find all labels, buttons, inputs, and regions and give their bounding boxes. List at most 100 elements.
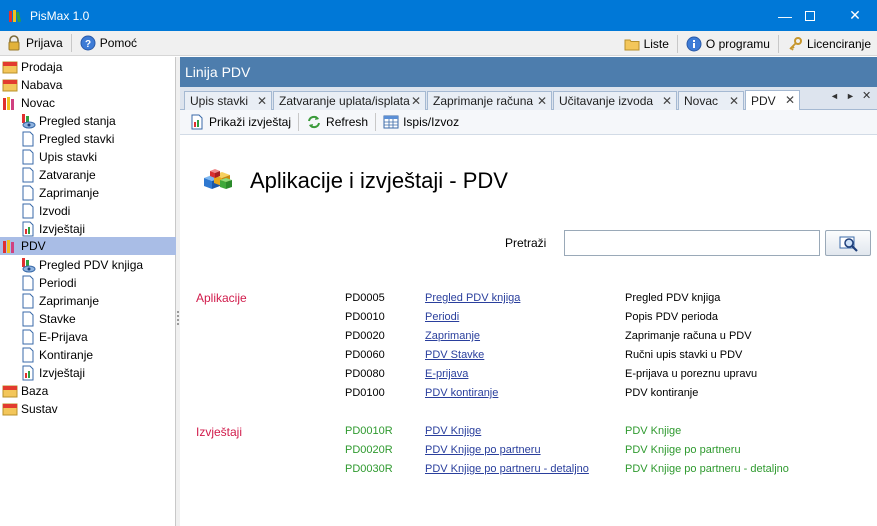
- tree-item-izvjestaji-pdv[interactable]: Izvještaji: [20, 364, 85, 382]
- tree-item-novac[interactable]: Novac: [2, 94, 55, 112]
- document-icon: [20, 131, 36, 147]
- tree-label: Zaprimanje: [39, 294, 100, 308]
- app-link-pdv-kontiranje[interactable]: PDV kontiranje: [425, 387, 498, 399]
- search-icon: [839, 235, 859, 256]
- app-description: E-prijava u poreznu upravu: [625, 368, 758, 380]
- main-toolbar: Prijava ? Pomoć Liste O programu Licenci…: [0, 31, 877, 56]
- document-icon: [20, 149, 36, 165]
- tree-item-e-prijava[interactable]: E-Prijava: [20, 328, 88, 346]
- tree-item-nabava[interactable]: Nabava: [2, 76, 62, 94]
- app-link-e-prijava[interactable]: E-prijava: [425, 368, 468, 380]
- tree-label: Izvodi: [39, 204, 71, 218]
- section-aplikacije: Aplikacije: [196, 291, 247, 305]
- licensing-button[interactable]: Licenciranje: [781, 33, 877, 55]
- lists-label: Liste: [643, 36, 669, 51]
- tree-item-baza[interactable]: Baza: [2, 382, 48, 400]
- tab-pdv[interactable]: PDV ✕: [745, 90, 800, 111]
- main-content: Aplikacije i izvještaji - PDV Pretraži A…: [180, 135, 877, 526]
- report-link-pdv-knjige[interactable]: PDV Knjige: [425, 425, 481, 437]
- app-description: Popis PDV perioda: [625, 311, 718, 323]
- info-icon: [686, 36, 702, 52]
- close-active-tab-icon[interactable]: ✕: [862, 89, 871, 102]
- tree-item-upis-stavki[interactable]: Upis stavki: [20, 148, 97, 166]
- tree-label: E-Prijava: [39, 330, 88, 344]
- tab-scroll-left-icon[interactable]: ◄: [830, 91, 839, 101]
- refresh-button[interactable]: Refresh: [301, 111, 373, 133]
- tree-label: Pregled stanja: [39, 114, 116, 128]
- app-description: Pregled PDV knjiga: [625, 292, 721, 304]
- tab-novac[interactable]: Novac ✕: [678, 91, 744, 110]
- close-tab-icon[interactable]: ✕: [257, 94, 267, 108]
- toolbar-separator: [70, 34, 72, 52]
- document-tabs: Upis stavki ✕ Zatvaranje uplata/isplata …: [180, 87, 877, 111]
- search-input[interactable]: [564, 230, 820, 256]
- tree-item-zaprimanje-pdv[interactable]: Zaprimanje: [20, 292, 99, 310]
- document-icon: [20, 347, 36, 363]
- tree-item-pregled-stavki[interactable]: Pregled stavki: [20, 130, 114, 148]
- tree-label: Pregled PDV knjiga: [39, 258, 144, 272]
- svg-text:?: ?: [85, 39, 91, 50]
- show-report-button[interactable]: Prikaži izvještaj: [184, 111, 296, 133]
- tree-item-pregled-pdv-knjiga[interactable]: Pregled PDV knjiga: [20, 256, 143, 274]
- close-tab-icon[interactable]: ✕: [662, 94, 672, 108]
- print-export-button[interactable]: Ispis/Izvoz: [378, 111, 464, 133]
- refresh-label: Refresh: [326, 115, 369, 129]
- licensing-label: Licenciranje: [806, 36, 871, 51]
- help-button[interactable]: ? Pomoć: [74, 32, 143, 54]
- tree-item-pregled-stanja[interactable]: Pregled stanja: [20, 112, 116, 130]
- cabinet-icon: [2, 77, 18, 93]
- toolbar-separator: [375, 113, 377, 131]
- tree-item-periodi[interactable]: Periodi: [20, 274, 76, 292]
- tree-item-izvodi[interactable]: Izvodi: [20, 202, 70, 220]
- tab-zaprimanje-racuna[interactable]: Zaprimanje računa ✕: [427, 91, 552, 110]
- app-link-periodi[interactable]: Periodi: [425, 311, 459, 323]
- document-icon: [20, 275, 36, 291]
- app-link-zaprimanje[interactable]: Zaprimanje: [425, 330, 480, 342]
- tree-item-stavke[interactable]: Stavke: [20, 310, 76, 328]
- report-show-icon: [189, 114, 205, 130]
- section-izvjestaji: Izvještaji: [196, 425, 243, 439]
- tree-item-zatvaranje[interactable]: Zatvaranje: [20, 166, 96, 184]
- report-code: PD0030R: [345, 463, 393, 475]
- tree-item-prodaja[interactable]: Prodaja: [2, 58, 62, 76]
- search-button[interactable]: [825, 230, 871, 256]
- login-button[interactable]: Prijava: [0, 32, 69, 54]
- refresh-icon: [306, 114, 322, 130]
- report-link-pdv-knjige-po-partneru-detaljno[interactable]: PDV Knjige po partneru - detaljno: [425, 463, 589, 475]
- close-tab-icon[interactable]: ✕: [537, 94, 547, 108]
- close-window-button[interactable]: ✕: [832, 0, 877, 31]
- tab-zatvaranje-uplata[interactable]: Zatvaranje uplata/isplata ✕: [273, 91, 426, 110]
- document-icon: [20, 293, 36, 309]
- close-tab-icon[interactable]: ✕: [411, 94, 421, 108]
- tree-item-izvjestaji[interactable]: Izvještaji: [20, 220, 85, 238]
- report-icon: [20, 365, 36, 381]
- app-description: Ručni upis stavki u PDV: [625, 349, 743, 361]
- maximize-button[interactable]: [787, 0, 833, 31]
- tree-label: Pregled stavki: [39, 132, 115, 146]
- lists-button[interactable]: Liste: [618, 33, 675, 55]
- tab-label: Zatvaranje uplata/isplata: [279, 94, 410, 108]
- tab-upis-stavki[interactable]: Upis stavki ✕: [184, 91, 272, 110]
- app-link-pdv-stavke[interactable]: PDV Stavke: [425, 349, 484, 361]
- tree-label: Zaprimanje: [39, 186, 100, 200]
- tree-item-kontiranje[interactable]: Kontiranje: [20, 346, 93, 364]
- close-tab-icon[interactable]: ✕: [729, 94, 739, 108]
- tab-ucitavanje-izvoda[interactable]: Učitavanje izvoda ✕: [553, 91, 677, 110]
- about-button[interactable]: O programu: [680, 33, 776, 55]
- report-code: PD0020R: [345, 444, 393, 456]
- report-view-icon: [20, 113, 36, 129]
- report-link-pdv-knjige-po-partneru[interactable]: PDV Knjige po partneru: [425, 444, 541, 456]
- tab-scroll-right-icon[interactable]: ►: [846, 91, 855, 101]
- tree-label: Periodi: [39, 276, 77, 290]
- document-icon: [20, 167, 36, 183]
- close-tab-icon[interactable]: ✕: [785, 93, 795, 107]
- app-title: PisMax 1.0: [30, 8, 90, 23]
- app-description: PDV kontiranje: [625, 387, 699, 399]
- tree-item-pdv[interactable]: PDV: [0, 237, 176, 255]
- tree-item-zaprimanje[interactable]: Zaprimanje: [20, 184, 99, 202]
- folder-icon: [624, 36, 640, 52]
- app-description: Zaprimanje računa u PDV: [625, 330, 752, 342]
- tree-item-sustav[interactable]: Sustav: [2, 400, 58, 418]
- login-label: Prijava: [26, 36, 63, 50]
- app-link-pregled-pdv-knjiga[interactable]: Pregled PDV knjiga: [425, 292, 520, 304]
